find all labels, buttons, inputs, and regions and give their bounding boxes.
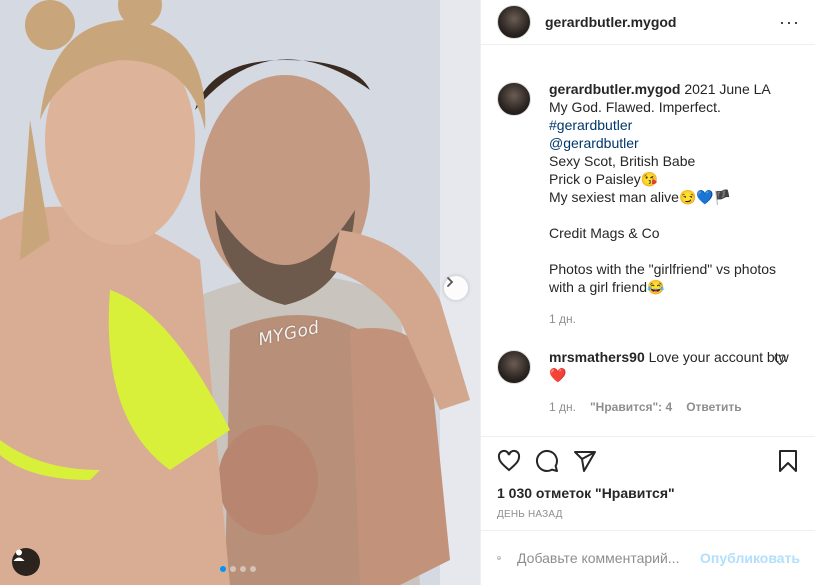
comment-row: mrsmathers90 Love your account btw ❤️ 1 … [481, 328, 815, 416]
comment-button[interactable] [535, 449, 559, 473]
caption-line: Credit Mags & Co [549, 225, 660, 241]
emoji-picker-icon[interactable] [497, 546, 501, 570]
comment-likes[interactable]: "Нравится": 4 [590, 398, 672, 416]
tagged-users-button[interactable] [12, 548, 40, 576]
caption-body: gerardbutler.mygod 2021 June LA My God. … [549, 80, 789, 328]
comment-text: Love your account btw [648, 349, 789, 365]
carousel-dot [250, 566, 256, 572]
caption-line: Prick o Paisley [549, 171, 641, 187]
caption-meta: 1 дн. [549, 310, 789, 328]
carousel-indicator [220, 566, 256, 572]
comments-list[interactable]: gerardbutler.mygod 2021 June LA My God. … [481, 60, 815, 437]
commenter-username[interactable]: mrsmathers90 [549, 349, 645, 365]
photo-illustration [0, 0, 480, 585]
bookmark-icon [779, 450, 797, 472]
kiss-emoji: 😘 [640, 171, 659, 187]
post-header: gerardbutler.mygod ··· [481, 0, 815, 45]
mention-link[interactable]: @gerardbutler [549, 134, 789, 152]
author-avatar[interactable] [497, 5, 531, 39]
share-icon [574, 451, 596, 472]
hashtag-link[interactable]: #gerardbutler [549, 116, 789, 134]
caption-row: gerardbutler.mygod 2021 June LA My God. … [481, 60, 815, 328]
caption-line: My God. Flawed. Imperfect. [549, 99, 721, 115]
add-comment-bar: Опубликовать [481, 530, 815, 585]
carousel-dot [230, 566, 236, 572]
laugh-emoji: 😂 [647, 279, 665, 295]
save-button[interactable] [776, 449, 800, 473]
reply-button[interactable]: Ответить [686, 398, 741, 416]
caption-line: Sexy Scot, British Babe [549, 153, 696, 169]
like-button[interactable] [497, 449, 521, 473]
post-date[interactable]: ДЕНЬ НАЗАД [497, 509, 563, 520]
comment-time[interactable]: 1 дн. [549, 398, 576, 416]
emoji-group: 😏💙🏴 [678, 189, 732, 205]
post-details-panel: gerardbutler.mygod ··· gerardbutler.mygo… [480, 0, 815, 585]
comment-input[interactable] [515, 549, 701, 567]
carousel-dot [220, 566, 226, 572]
caption-line: 2021 June LA [684, 81, 771, 97]
author-username[interactable]: gerardbutler.mygod [545, 14, 676, 30]
post-photo[interactable]: MYGod [0, 0, 480, 585]
caption-author-avatar[interactable] [497, 82, 531, 116]
comment-meta: 1 дн. "Нравится": 4 Ответить [549, 398, 789, 416]
carousel-dot [240, 566, 246, 572]
comment-icon [535, 449, 558, 472]
user-icon [13, 549, 25, 561]
caption-username[interactable]: gerardbutler.mygod [549, 81, 680, 97]
post-actions [497, 447, 800, 475]
heart-emoji: ❤️ [549, 367, 567, 383]
likes-count[interactable]: 1 030 отметок "Нравится" [497, 485, 675, 501]
caption-time[interactable]: 1 дн. [549, 310, 576, 328]
chevron-right-icon [447, 277, 454, 287]
carousel-next-button[interactable] [444, 276, 468, 300]
more-options-button[interactable]: ··· [779, 12, 800, 33]
publish-button[interactable]: Опубликовать [700, 550, 800, 566]
heart-icon [497, 449, 521, 472]
commenter-avatar[interactable] [497, 350, 531, 384]
comment-like-heart-icon[interactable] [774, 354, 786, 366]
instagram-post-modal: MYGod gerardbutler.mygod ··· gerardbutle… [0, 0, 815, 585]
caption-line: My sexiest man alive [549, 189, 679, 205]
share-button[interactable] [573, 449, 597, 473]
comment-body: mrsmathers90 Love your account btw ❤️ 1 … [549, 348, 789, 416]
